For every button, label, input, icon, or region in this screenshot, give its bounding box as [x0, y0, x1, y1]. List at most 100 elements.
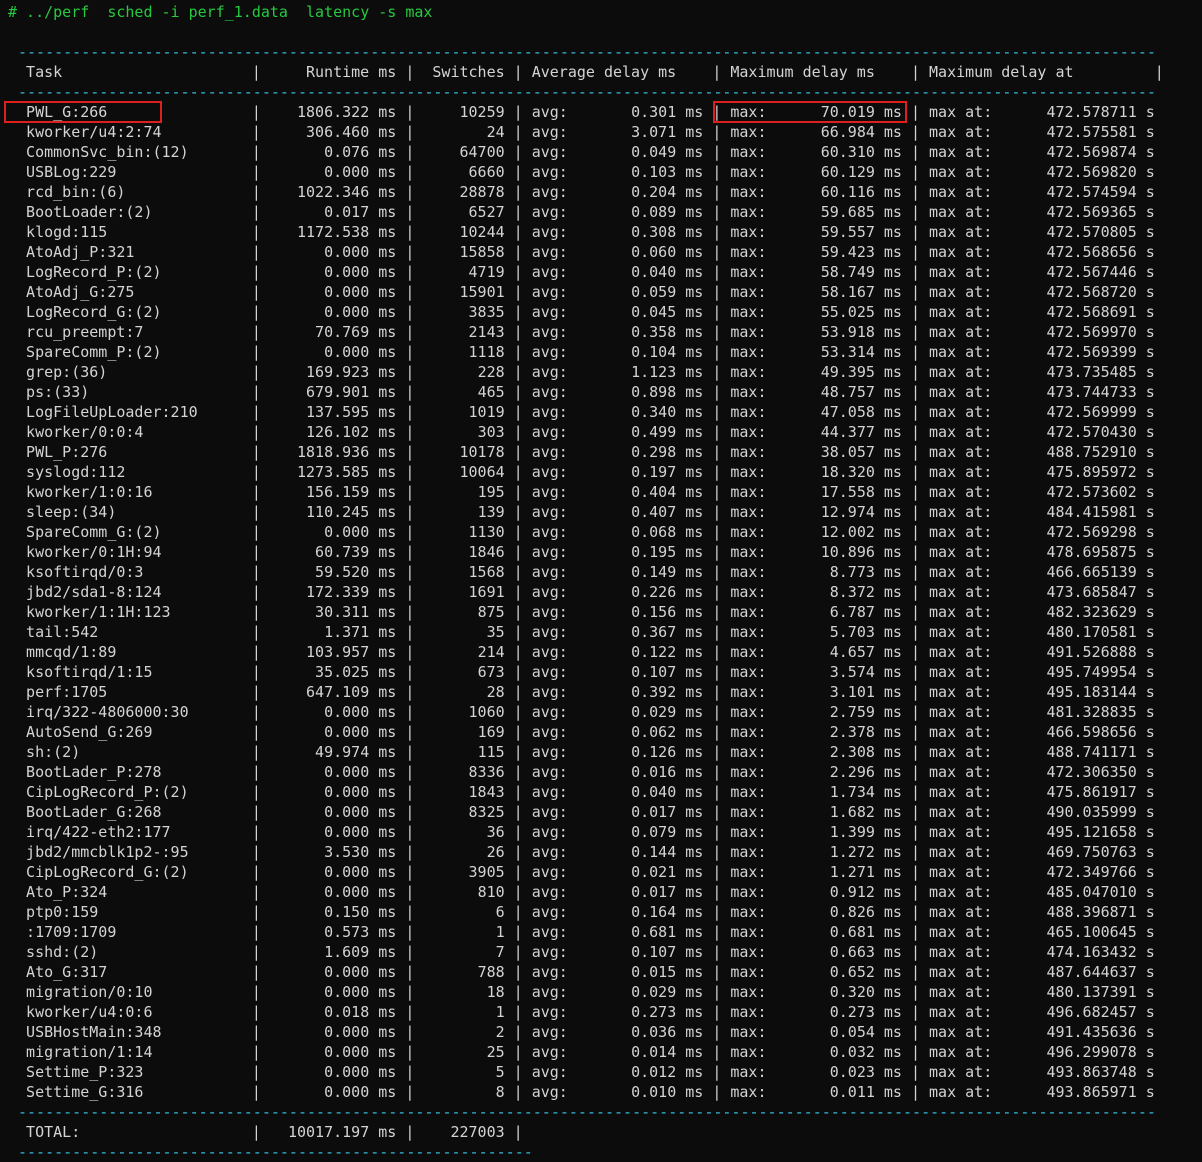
column-divider: | — [712, 483, 722, 501]
switches-cell: 10064 — [459, 463, 505, 481]
column-divider: | — [910, 823, 921, 841]
terminal-screen[interactable]: # ../perf sched -i perf_1.data latency -… — [0, 0, 1202, 1162]
avg-value: 0.308 — [631, 223, 677, 241]
runtime-unit: ms — [378, 943, 397, 961]
runtime-cell: 0.000 ms — [261, 302, 405, 322]
task-cell: BootLader_P:278 — [26, 763, 162, 781]
column-divider: | — [513, 63, 523, 81]
task-cell: SpareComm_G:(2) — [26, 523, 162, 541]
avg-value: 0.149 — [631, 563, 677, 581]
maximum-delay-cell: max: 2.308 ms — [721, 742, 911, 762]
avg-label: avg: — [531, 503, 568, 521]
table-row: Ato_G:317 | 0.000 ms | 788 | avg: 0.015 ms … — [8, 962, 1202, 982]
column-divider: | — [405, 143, 415, 161]
table-row: syslogd:112 | 1273.585 ms | 10064 | avg: 0… — [8, 462, 1202, 482]
column-divider: | — [251, 623, 261, 641]
column-divider: | — [405, 1063, 415, 1081]
max-at-unit: s — [1145, 223, 1155, 241]
max-unit: ms — [883, 363, 902, 381]
avg-value: 0.898 — [631, 383, 677, 401]
avg-value: 0.681 — [631, 923, 677, 941]
column-divider: | — [251, 563, 261, 581]
average-delay-cell: avg: 0.049 ms — [523, 142, 713, 162]
column-divider: | — [405, 983, 415, 1001]
task-cell: Settime_G:316 — [26, 1083, 144, 1101]
table-row: LogFileUpLoader:210 | 137.595 ms | 1019 |… — [8, 402, 1202, 422]
task-cell: USBLog:229 — [26, 163, 117, 181]
runtime-cell: 49.974 ms — [261, 742, 405, 762]
task-cell: ksoftirqd/1:15 — [26, 663, 153, 681]
table-row: ksoftirqd/1:15 | 35.025 ms | 673 | avg: 0.… — [8, 662, 1202, 682]
column-divider: | — [513, 103, 523, 121]
max-at-value: 473.735485 — [1046, 363, 1137, 381]
column-divider: | — [405, 243, 415, 261]
column-divider: | — [251, 203, 261, 221]
max-at-value: 472.575581 — [1046, 123, 1137, 141]
column-divider: | — [405, 783, 415, 801]
avg-unit: ms — [685, 523, 704, 541]
max-label: max: — [730, 563, 767, 581]
column-divider: | — [712, 943, 722, 961]
separator-total: ----------------------------------------… — [18, 1103, 1156, 1121]
column-divider: | — [513, 1003, 523, 1021]
avg-value: 0.062 — [631, 723, 677, 741]
column-divider: | — [251, 343, 261, 361]
max-at-value: 472.349766 — [1046, 863, 1137, 881]
column-divider: | — [910, 383, 921, 401]
maximum-delay-cell: max: 70.019 ms — [721, 102, 911, 122]
avg-unit: ms — [685, 123, 704, 141]
switches-cell: 139 — [477, 503, 505, 521]
max-at-unit: s — [1145, 163, 1155, 181]
max-at-value: 472.569298 — [1046, 523, 1137, 541]
average-delay-cell: avg: 0.404 ms — [523, 482, 713, 502]
column-divider: | — [712, 523, 722, 541]
switches-cell: 3905 — [468, 863, 505, 881]
average-delay-cell: avg: 0.204 ms — [523, 182, 713, 202]
header-runtime: Runtime ms — [306, 63, 397, 81]
table-row: PWL_P:276 | 1818.936 ms | 10178 | avg: 0.2… — [8, 442, 1202, 462]
column-divider: | — [251, 1003, 261, 1021]
max-label: max: — [730, 223, 767, 241]
max-unit: ms — [883, 243, 902, 261]
avg-unit: ms — [685, 583, 704, 601]
column-divider: | — [712, 283, 722, 301]
maximum-delay-cell: max: 5.703 ms — [721, 622, 911, 642]
average-delay-cell: avg: 3.071 ms — [523, 122, 713, 142]
avg-value: 0.049 — [631, 143, 677, 161]
max-label: max: — [730, 503, 767, 521]
runtime-value: 0.000 — [324, 1043, 370, 1061]
average-delay-cell: avg: 0.015 ms — [523, 962, 713, 982]
table-row: rcu_preempt:7 | 70.769 ms | 2143 | avg: 0.… — [8, 322, 1202, 342]
avg-label: avg: — [531, 463, 568, 481]
max-at-value: 472.306350 — [1046, 763, 1137, 781]
runtime-value: 30.311 — [315, 603, 370, 621]
column-divider: | — [251, 283, 261, 301]
max-at-unit: s — [1145, 263, 1155, 281]
column-divider: | — [251, 863, 261, 881]
switches-cell: 228 — [477, 363, 505, 381]
max-unit: ms — [883, 863, 902, 881]
maximum-delay-at-cell: max at: 474.163432 s — [920, 942, 1155, 962]
max-at-value: 491.435636 — [1046, 1023, 1137, 1041]
max-value: 59.685 — [820, 203, 875, 221]
max-at-label: max at: — [929, 103, 993, 121]
runtime-unit: ms — [378, 743, 397, 761]
table-row: SpareComm_G:(2) | 0.000 ms | 1130 | avg: 0… — [8, 522, 1202, 542]
switches-cell: 673 — [477, 663, 505, 681]
column-divider: | — [910, 943, 921, 961]
max-label: max: — [730, 443, 767, 461]
table-row: BootLader_G:268 | 0.000 ms | 8325 | avg: 0… — [8, 802, 1202, 822]
column-divider: | — [251, 923, 261, 941]
avg-value: 0.103 — [631, 163, 677, 181]
avg-unit: ms — [685, 1063, 704, 1081]
max-value: 6.787 — [829, 603, 875, 621]
column-divider: | — [405, 903, 415, 921]
average-delay-cell: avg: 0.149 ms — [523, 562, 713, 582]
avg-unit: ms — [685, 883, 704, 901]
maximum-delay-cell: max: 6.787 ms — [721, 602, 911, 622]
runtime-cell: 0.573 ms — [261, 922, 405, 942]
runtime-cell: 0.000 ms — [261, 242, 405, 262]
max-at-unit: s — [1145, 303, 1155, 321]
max-at-value: 496.682457 — [1046, 1003, 1137, 1021]
column-divider: | — [910, 863, 921, 881]
